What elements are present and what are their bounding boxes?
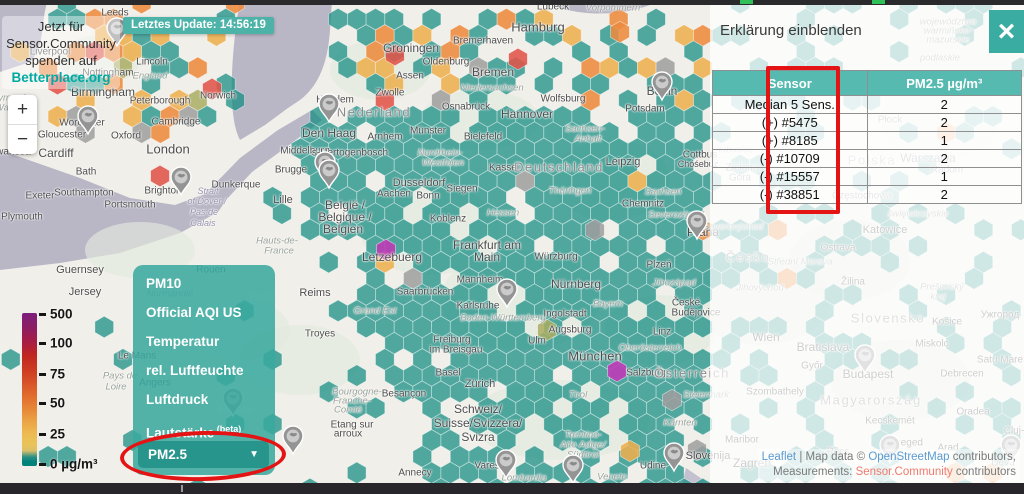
legend-tick-label: 500 <box>50 307 73 322</box>
close-button[interactable]: × <box>989 10 1024 53</box>
map-marker-pin[interactable] <box>319 160 339 188</box>
map-marker-pin[interactable] <box>171 167 191 195</box>
map-marker-pin[interactable] <box>687 211 707 239</box>
explanation-toggle[interactable]: Erklärung einblenden <box>720 22 862 39</box>
legend-tick-label: 25 <box>50 427 65 442</box>
air-quality-map-app: LeedsHullLiverpoolLincolnNottinghamEngla… <box>0 0 1024 494</box>
donation-line: Sensor.Community <box>2 35 120 52</box>
sensor-value-cell: 1 <box>867 132 1022 150</box>
bottom-bar-divider <box>181 485 183 492</box>
tab-indicator <box>872 0 885 4</box>
map-marker-pin[interactable] <box>497 279 517 307</box>
legend-tick-label: 0 µg/m³ <box>50 457 98 472</box>
layer-menu-item-temperatur[interactable]: Temperatur <box>146 331 275 360</box>
annotation-rectangle-sensor-column <box>766 66 840 214</box>
map-marker-pin[interactable] <box>652 72 672 100</box>
legend-tick <box>39 313 46 316</box>
table-row: (+) #81851 <box>713 132 1022 150</box>
donation-note: Jetzt für Sensor.Community spenden auf B… <box>2 16 120 89</box>
layer-menu-item-pm10[interactable]: PM10 <box>146 273 275 302</box>
openstreetmap-link[interactable]: OpenStreetMap <box>868 451 949 463</box>
legend-tick-label: 100 <box>50 336 73 351</box>
zoom-in-button[interactable]: + <box>8 95 37 124</box>
legend-tick <box>39 463 46 466</box>
sensor-value-cell: 2 <box>867 96 1022 114</box>
donation-line: Jetzt für <box>2 18 120 35</box>
legend-tick <box>39 433 46 436</box>
sensor-value-cell: 1 <box>867 168 1022 186</box>
table-row: (+) #54752 <box>713 114 1022 132</box>
legend-tick-label: 75 <box>50 367 65 382</box>
donation-line: spenden auf <box>2 52 120 69</box>
map-marker-pin[interactable] <box>283 426 303 454</box>
betterplace-link[interactable]: Betterplace.org <box>2 69 120 87</box>
bottom-edge-bar <box>0 483 1024 494</box>
top-edge-bar <box>0 0 1024 5</box>
map-attribution: Leaflet | Map data © OpenStreetMap contr… <box>758 449 1020 481</box>
table-row: (-) #388512 <box>713 186 1022 204</box>
sensor-community-link[interactable]: Sensor.Community <box>856 466 953 478</box>
last-update-badge: Letztes Update: 14:56:19 <box>123 17 274 34</box>
layer-menu-item-official-aqi-us[interactable]: Official AQI US <box>146 302 275 331</box>
sensor-table-header-row: SensorPM2.5 µg/m³ <box>713 71 1022 96</box>
zoom-out-button[interactable]: − <box>8 124 37 154</box>
map-zoom-control: + − <box>8 95 37 154</box>
map-marker-pin[interactable] <box>496 450 516 478</box>
sensor-value-cell: 2 <box>867 114 1022 132</box>
color-scale-gradient <box>22 313 37 466</box>
map-marker-pin[interactable] <box>78 106 98 134</box>
legend-tick <box>39 342 46 345</box>
map-marker-pin[interactable] <box>319 94 339 122</box>
sensor-table-header: PM2.5 µg/m³ <box>867 71 1022 96</box>
sensor-value-cell: 2 <box>867 186 1022 204</box>
map-marker-pin[interactable] <box>563 455 583 483</box>
sensor-value-cell: 2 <box>867 150 1022 168</box>
leaflet-link[interactable]: Leaflet <box>762 451 797 463</box>
tab-indicator <box>740 0 753 4</box>
legend-tick <box>39 402 46 405</box>
sensor-table: SensorPM2.5 µg/m³ Median 5 Sens.2(+) #54… <box>712 70 1022 204</box>
layer-menu-item-luftdruck[interactable]: Luftdruck <box>146 389 275 418</box>
layer-menu-item-rel-luftfeuchte[interactable]: rel. Luftfeuchte <box>146 360 275 389</box>
legend-tick-label: 50 <box>50 396 65 411</box>
table-row: (-) #155571 <box>713 168 1022 186</box>
legend-tick <box>39 373 46 376</box>
table-row: Median 5 Sens.2 <box>713 96 1022 114</box>
close-icon: × <box>998 17 1016 47</box>
table-row: (-) #107092 <box>713 150 1022 168</box>
map-marker-pin[interactable] <box>664 443 684 471</box>
